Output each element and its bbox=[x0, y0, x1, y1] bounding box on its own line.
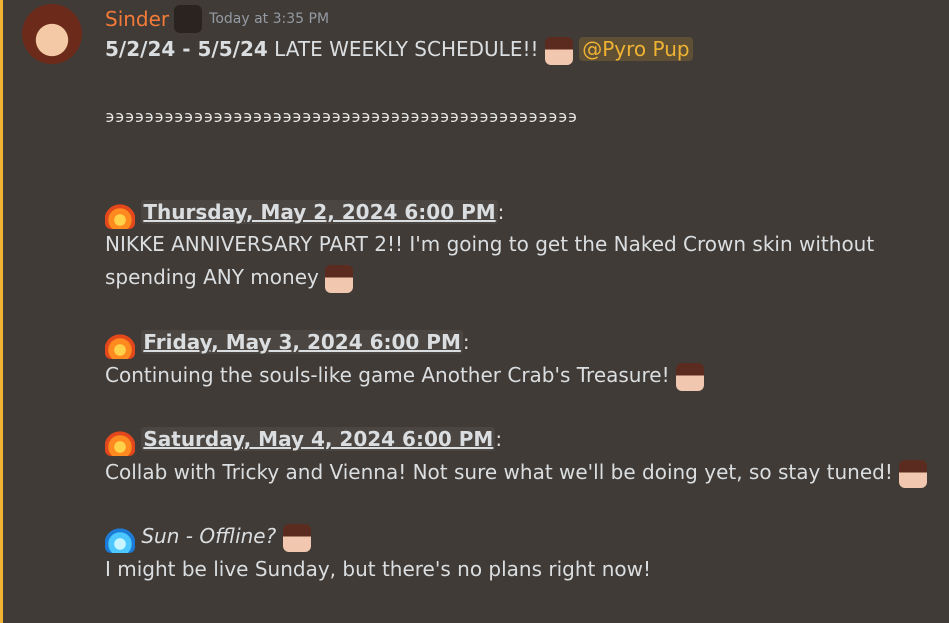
timestamp-link[interactable]: Saturday, May 4, 2024 6:00 PM bbox=[141, 427, 496, 451]
blue-fire-emote-icon bbox=[105, 522, 135, 553]
user-mention[interactable]: @Pyro Pup bbox=[579, 37, 693, 61]
cat-emote-icon bbox=[174, 5, 203, 33]
message-header: Sinder Today at 3:35 PM bbox=[105, 5, 329, 33]
schedule-item-friday-date: Friday, May 3, 2024 6:00 PM: bbox=[105, 328, 470, 359]
sunday-label: Sun - Offline? bbox=[141, 524, 277, 548]
decorative-divider: ϶϶϶϶϶϶϶϶϶϶϶϶϶϶϶϶϶϶϶϶϶϶϶϶϶϶϶϶϶϶϶϶϶϶϶϶϶϶϶϶… bbox=[105, 107, 578, 126]
schedule-item-thursday-date: Thursday, May 2, 2024 6:00 PM: bbox=[105, 198, 504, 229]
schedule-item-friday-text: Continuing the souls-like game Another C… bbox=[105, 361, 704, 391]
timestamp-link[interactable]: Thursday, May 2, 2024 6:00 PM bbox=[141, 200, 498, 224]
girl-emote-icon bbox=[544, 36, 573, 65]
girl-emote-icon bbox=[282, 523, 311, 552]
avatar[interactable] bbox=[22, 4, 82, 64]
fire-emote-icon bbox=[105, 328, 135, 359]
schedule-item-sunday-text: I might be live Sunday, but there's no p… bbox=[105, 557, 652, 581]
schedule-item-saturday-date: Saturday, May 4, 2024 6:00 PM: bbox=[105, 425, 502, 456]
mention-highlight-bar bbox=[0, 0, 3, 623]
schedule-item-friday-text-label: Continuing the souls-like game Another C… bbox=[105, 363, 670, 387]
timestamp-link[interactable]: Friday, May 3, 2024 6:00 PM bbox=[141, 330, 463, 354]
schedule-item-thursday-text-1: NIKKE ANNIVERSARY PART 2!! I'm going to … bbox=[105, 232, 875, 256]
schedule-item-saturday-text: Collab with Tricky and Vienna! Not sure … bbox=[105, 458, 928, 488]
schedule-title: 5/2/24 - 5/5/24 LATE WEEKLY SCHEDULE!! @… bbox=[105, 35, 693, 65]
fire-emote-icon bbox=[105, 425, 135, 456]
title-text: LATE WEEKLY SCHEDULE!! bbox=[274, 37, 539, 61]
girl-emote-icon bbox=[325, 264, 354, 293]
title-dates: 5/2/24 - 5/5/24 bbox=[105, 37, 268, 61]
girl-emote-icon bbox=[899, 459, 928, 488]
username[interactable]: Sinder bbox=[105, 7, 169, 31]
schedule-item-thursday-text-2-label: spending ANY money bbox=[105, 265, 319, 289]
message-timestamp[interactable]: Today at 3:35 PM bbox=[209, 11, 329, 27]
girl-emote-icon bbox=[675, 362, 704, 391]
fire-emote-icon bbox=[105, 198, 135, 229]
schedule-item-saturday-text-label: Collab with Tricky and Vienna! Not sure … bbox=[105, 460, 893, 484]
schedule-item-thursday-text-2: spending ANY money bbox=[105, 263, 354, 293]
schedule-item-sunday-date: Sun - Offline? bbox=[105, 522, 311, 553]
